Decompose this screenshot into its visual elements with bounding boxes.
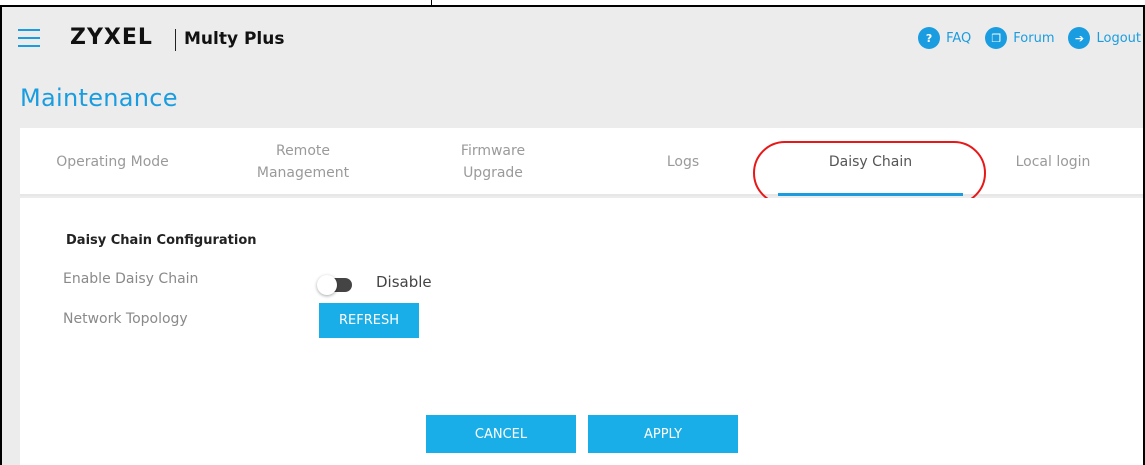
forum-label: Forum (1013, 30, 1055, 46)
tab-bar: Operating Mode Remote Management Firmwar… (20, 128, 1143, 196)
app-header: ZYXEL Multy Plus ? FAQ ❐ Forum ➔ Logout (2, 7, 1143, 75)
logout-label: Logout (1096, 30, 1141, 46)
tab-remote-management[interactable]: Remote Management (208, 128, 398, 196)
tab-daisy-chain[interactable]: Daisy Chain (778, 128, 963, 196)
section-title: Daisy Chain Configuration (66, 233, 257, 248)
brand-logo: ZYXEL (70, 25, 153, 50)
tab-logs[interactable]: Logs (588, 128, 778, 196)
apply-button[interactable]: APPLY (588, 415, 738, 453)
brand-separator (175, 29, 176, 51)
logout-icon: ➔ (1068, 27, 1091, 49)
tab-label: Local login (1015, 154, 1091, 170)
tab-label: Remote Management (256, 143, 350, 181)
tab-label: Firmware Upgrade (460, 143, 526, 181)
daisy-chain-toggle[interactable] (317, 275, 352, 295)
toggle-state-text: Disable (376, 273, 432, 291)
faq-link[interactable]: ? FAQ (918, 27, 971, 49)
cancel-button[interactable]: CANCEL (426, 415, 576, 453)
forum-link[interactable]: ❐ Forum (985, 27, 1054, 49)
toggle-knob (317, 275, 337, 295)
tab-operating-mode[interactable]: Operating Mode (20, 128, 205, 196)
tab-label: Daisy Chain (828, 154, 913, 170)
page-title: Maintenance (20, 84, 178, 112)
enable-daisy-chain-label: Enable Daisy Chain (63, 271, 199, 287)
refresh-button[interactable]: REFRESH (319, 303, 419, 338)
tab-label: Operating Mode (56, 154, 169, 170)
content-panel: Daisy Chain Configuration Enable Daisy C… (20, 198, 1143, 465)
network-topology-label: Network Topology (63, 311, 188, 327)
faq-icon: ? (918, 27, 941, 49)
tab-local-login[interactable]: Local login (963, 128, 1143, 196)
active-tab-indicator (778, 193, 963, 196)
tab-firmware-upgrade[interactable]: Firmware Upgrade (398, 128, 588, 196)
faq-label: FAQ (946, 30, 972, 46)
logout-link[interactable]: ➔ Logout (1068, 27, 1141, 49)
forum-icon: ❐ (985, 27, 1008, 49)
header-links: ? FAQ ❐ Forum ➔ Logout (904, 27, 1141, 49)
menu-icon[interactable] (18, 29, 40, 49)
tab-label: Logs (666, 154, 700, 170)
product-name: Multy Plus (184, 29, 285, 49)
